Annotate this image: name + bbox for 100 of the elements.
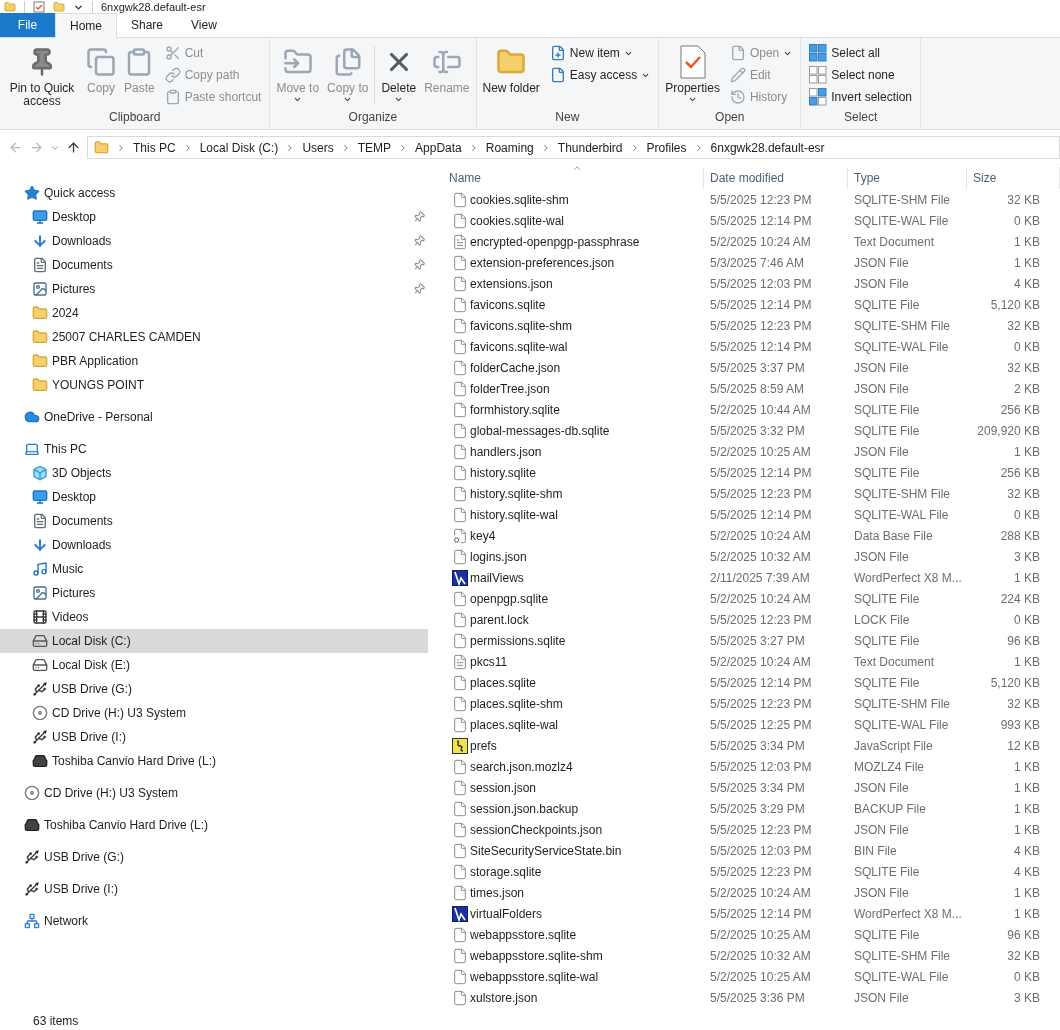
- file-name[interactable]: logins.json: [470, 547, 527, 566]
- forward-icon[interactable]: [29, 140, 44, 155]
- nav-item[interactable]: Desktop: [0, 205, 428, 229]
- nav-item[interactable]: OneDrive - Personal: [0, 405, 428, 429]
- nav-item[interactable]: Downloads: [0, 229, 428, 253]
- file-name[interactable]: handlers.json: [470, 442, 542, 461]
- file-name[interactable]: storage.sqlite: [470, 862, 542, 881]
- ribbon-tab[interactable]: Home: [55, 13, 117, 38]
- nav-item[interactable]: USB Drive (G:): [0, 845, 428, 869]
- file-name[interactable]: history.sqlite-wal: [470, 505, 558, 524]
- column-header[interactable]: Name: [440, 167, 704, 189]
- nav-item[interactable]: 3D Objects: [0, 461, 428, 485]
- nav-item[interactable]: Toshiba Canvio Hard Drive (L:): [0, 813, 428, 837]
- ribbon-tab[interactable]: View: [177, 13, 231, 37]
- file-name[interactable]: SiteSecurityServiceState.bin: [470, 841, 622, 860]
- file-name[interactable]: permissions.sqlite: [470, 631, 566, 650]
- nav-item[interactable]: Pictures: [0, 581, 428, 605]
- file-name[interactable]: history.sqlite: [470, 463, 536, 482]
- new-folder-icon[interactable]: [53, 1, 65, 13]
- ribbon-button[interactable]: Select none: [809, 66, 916, 84]
- file-name[interactable]: places.sqlite-shm: [470, 694, 563, 713]
- file-name[interactable]: favicons.sqlite-shm: [470, 316, 573, 335]
- ribbon-tab[interactable]: File: [0, 13, 55, 37]
- file-name[interactable]: places.sqlite-wal: [470, 715, 559, 734]
- column-header[interactable]: Type: [848, 167, 967, 189]
- file-name[interactable]: virtualFolders: [470, 904, 543, 923]
- file-name[interactable]: extensions.json: [470, 274, 553, 293]
- column-header[interactable]: Date modified: [704, 167, 848, 189]
- nav-item[interactable]: 25007 CHARLES CAMDEN: [0, 325, 428, 349]
- folder-icon[interactable]: [4, 1, 16, 13]
- file-name[interactable]: folderTree.json: [470, 379, 550, 398]
- breadcrumb[interactable]: This PC: [133, 138, 176, 157]
- nav-item[interactable]: USB Drive (I:): [0, 877, 428, 901]
- file-name[interactable]: parent.lock: [470, 610, 529, 629]
- file-name[interactable]: openpgp.sqlite: [470, 589, 549, 608]
- file-name[interactable]: history.sqlite-shm: [470, 484, 563, 503]
- address-field[interactable]: This PC Local Disk (C:) Users TEMP AppData Roaming Thunderbird Profiles 6nxgwk28.default-esr: [87, 136, 1060, 159]
- file-name[interactable]: mailViews: [470, 568, 524, 587]
- nav-item[interactable]: Desktop: [0, 485, 428, 509]
- nav-item[interactable]: Videos: [0, 605, 428, 629]
- ribbon-tab[interactable]: Share: [117, 13, 178, 37]
- breadcrumb[interactable]: TEMP: [357, 138, 392, 157]
- ribbon-button[interactable]: New folder: [480, 42, 542, 108]
- nav-item[interactable]: Downloads: [0, 533, 428, 557]
- breadcrumb[interactable]: Roaming: [485, 138, 534, 157]
- back-icon[interactable]: [8, 140, 23, 155]
- nav-item[interactable]: Pictures: [0, 277, 428, 301]
- file-name[interactable]: session.json: [470, 778, 537, 797]
- ribbon-button[interactable]: Properties: [663, 42, 722, 108]
- properties-icon[interactable]: [33, 1, 45, 13]
- ribbon-button[interactable]: New item: [549, 44, 655, 62]
- nav-item[interactable]: Music: [0, 557, 428, 581]
- ribbon-button[interactable]: Easy access: [549, 66, 655, 84]
- file-name[interactable]: extension-preferences.json: [470, 253, 615, 272]
- ribbon-button[interactable]: Invert selection: [809, 88, 916, 106]
- file-name[interactable]: encrypted-openpgp-passphrase: [470, 232, 640, 251]
- breadcrumb[interactable]: Profiles: [646, 138, 687, 157]
- up-icon[interactable]: [66, 140, 81, 155]
- nav-item[interactable]: USB Drive (G:): [0, 677, 428, 701]
- file-name[interactable]: folderCache.json: [470, 358, 561, 377]
- ribbon-button[interactable]: Pin to Quick access: [4, 42, 80, 108]
- file-name[interactable]: favicons.sqlite: [470, 295, 546, 314]
- nav-item[interactable]: Documents: [0, 509, 428, 533]
- nav-item[interactable]: CD Drive (H:) U3 System: [0, 701, 428, 725]
- file-name[interactable]: webappsstore.sqlite-wal: [470, 967, 599, 986]
- file-name[interactable]: cookies.sqlite-wal: [470, 211, 565, 230]
- file-name[interactable]: session.json.backup: [470, 799, 579, 818]
- ribbon-button[interactable]: Delete: [379, 42, 419, 108]
- file-name[interactable]: times.json: [470, 883, 525, 902]
- breadcrumb[interactable]: Local Disk (C:): [199, 138, 279, 157]
- nav-item[interactable]: Network: [0, 909, 428, 933]
- nav-item[interactable]: PBR Application: [0, 349, 428, 373]
- nav-item[interactable]: Documents: [0, 253, 428, 277]
- breadcrumb[interactable]: Users: [302, 138, 334, 157]
- nav-item[interactable]: YOUNGS POINT: [0, 373, 428, 397]
- nav-item[interactable]: Quick access: [0, 181, 428, 205]
- file-name[interactable]: prefs: [470, 736, 497, 755]
- breadcrumb[interactable]: 6nxgwk28.default-esr: [710, 138, 825, 157]
- file-name[interactable]: cookies.sqlite-shm: [470, 190, 569, 209]
- file-name[interactable]: webappsstore.sqlite-shm: [470, 946, 603, 965]
- file-name[interactable]: favicons.sqlite-wal: [470, 337, 568, 356]
- nav-item[interactable]: Local Disk (C:): [0, 629, 428, 653]
- nav-item[interactable]: Local Disk (E:): [0, 653, 428, 677]
- file-name[interactable]: search.json.mozlz4: [470, 757, 573, 776]
- breadcrumb[interactable]: AppData: [415, 138, 462, 157]
- file-name[interactable]: webappsstore.sqlite: [470, 925, 577, 944]
- file-name[interactable]: global-messages-db.sqlite: [470, 421, 610, 440]
- ribbon-button[interactable]: Select all: [809, 44, 916, 62]
- file-name[interactable]: sessionCheckpoints.json: [470, 820, 603, 839]
- nav-item[interactable]: This PC: [0, 437, 428, 461]
- file-name[interactable]: places.sqlite: [470, 673, 537, 692]
- nav-item[interactable]: Toshiba Canvio Hard Drive (L:): [0, 749, 428, 773]
- file-name[interactable]: xulstore.json: [470, 988, 538, 1007]
- nav-item[interactable]: USB Drive (I:): [0, 725, 428, 749]
- file-name[interactable]: pkcs11: [470, 652, 508, 671]
- file-name[interactable]: key4: [470, 526, 496, 545]
- nav-item[interactable]: 2024: [0, 301, 428, 325]
- breadcrumb[interactable]: Thunderbird: [557, 138, 623, 157]
- column-header[interactable]: Size: [967, 167, 1060, 189]
- nav-item[interactable]: CD Drive (H:) U3 System: [0, 781, 428, 805]
